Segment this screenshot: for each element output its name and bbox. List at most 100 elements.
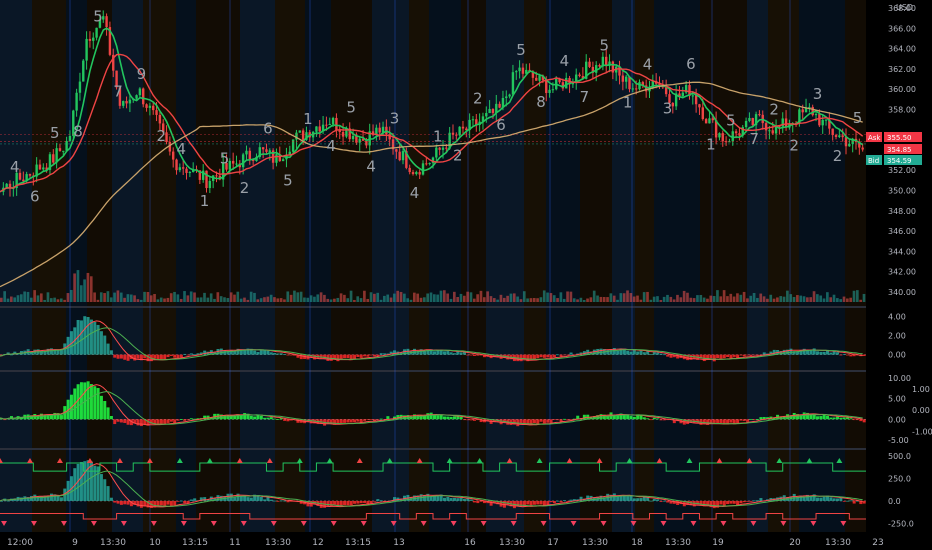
- histogram-bar: [662, 419, 666, 421]
- histogram-bar: [626, 415, 630, 420]
- histogram-bar: [169, 500, 173, 506]
- price-axis[interactable]: USD368.00366.00364.00362.00360.00358.003…: [866, 0, 932, 550]
- volume-bar: [289, 294, 293, 302]
- histogram-bar: [253, 350, 257, 355]
- candle-body: [638, 82, 641, 90]
- time-axis[interactable]: 12:00 9 13:30 10 13:15 11 13:30 12 13:15 13 16 13:3…: [0, 532, 932, 550]
- histogram-bar: [99, 395, 103, 420]
- volume-bar: [229, 292, 233, 302]
- histogram-bar: [649, 419, 653, 421]
- volume-bar: [19, 294, 23, 302]
- histogram-bar: [459, 497, 463, 501]
- histogram-bar: [546, 419, 550, 423]
- histogram-bar: [839, 417, 843, 420]
- histogram-bar: [263, 417, 267, 420]
- volume-bar: [769, 294, 773, 302]
- histogram-bar: [656, 499, 660, 501]
- histogram-bar: [106, 343, 110, 355]
- histogram-bar: [662, 354, 666, 356]
- histogram-bar: [742, 500, 746, 503]
- sequence-label: 5: [726, 112, 736, 130]
- histogram-bar: [256, 352, 260, 355]
- histogram-bar: [153, 354, 157, 359]
- candle-body: [398, 151, 401, 161]
- candle-body: [298, 130, 301, 133]
- sequence-label: 6: [263, 119, 273, 137]
- volume-bar: [236, 291, 240, 302]
- time-tick-label: 17: [547, 538, 558, 548]
- time-tick-label: 12:00: [7, 538, 33, 548]
- histogram-bar: [6, 500, 10, 502]
- candle-body: [498, 103, 501, 108]
- volume-bar: [179, 298, 183, 302]
- volume-bar: [346, 298, 350, 302]
- volume-bar: [366, 298, 370, 302]
- sequence-label: 1: [303, 110, 313, 128]
- histogram-bar: [449, 352, 453, 355]
- histogram-bar: [446, 496, 450, 501]
- histogram-bar: [732, 354, 736, 357]
- volume-bar: [496, 299, 499, 302]
- histogram-bar: [809, 496, 813, 501]
- volume-bar: [632, 296, 636, 302]
- candle-body: [861, 147, 864, 150]
- volume-bar: [319, 292, 323, 302]
- histogram-bar: [662, 500, 666, 502]
- volume-bar: [572, 298, 576, 302]
- indicator-tick-label: 10.00: [888, 374, 911, 383]
- volume-bar: [819, 295, 823, 302]
- volume-bar: [789, 294, 793, 302]
- histogram-bar: [466, 419, 470, 421]
- histogram-bar: [852, 354, 856, 357]
- candle-body: [248, 150, 252, 160]
- candle-body: [408, 167, 411, 173]
- volume-bar: [652, 296, 656, 302]
- histogram-bar: [179, 354, 183, 358]
- volume-bar: [169, 293, 173, 302]
- candle-body: [235, 163, 238, 165]
- histogram-bar: [243, 495, 247, 501]
- histogram-bar: [156, 500, 160, 507]
- candle-body: [471, 119, 475, 121]
- volume-bar: [642, 292, 646, 302]
- histogram-bar: [283, 354, 287, 356]
- candle-body: [351, 135, 355, 140]
- histogram-bar: [273, 352, 277, 355]
- histogram-bar: [346, 500, 350, 506]
- histogram-bar: [49, 493, 53, 501]
- volume-bar: [26, 291, 30, 302]
- candle-body: [841, 135, 844, 138]
- trading-chart[interactable]: 465 8579241526514543412265847514361572232…: [0, 0, 932, 550]
- price-tag-value: 354.59: [887, 157, 912, 165]
- histogram-bar: [652, 498, 656, 501]
- candle-body: [205, 170, 208, 189]
- histogram-bar: [359, 500, 363, 504]
- histogram-bar: [286, 354, 290, 356]
- volume-bar: [256, 299, 260, 302]
- histogram-bar: [712, 354, 716, 362]
- histogram-bar: [472, 500, 476, 503]
- volume-bar: [442, 290, 446, 302]
- volume-bar: [619, 293, 623, 302]
- sequence-label: 8: [73, 123, 83, 141]
- indicator-tick-label: 4.00: [888, 313, 906, 322]
- candle-body: [718, 133, 721, 138]
- volume-bar: [253, 292, 256, 302]
- histogram-bar: [13, 418, 17, 420]
- histogram-bar: [626, 496, 630, 501]
- histogram-bar: [89, 319, 93, 355]
- volume-bar: [403, 293, 406, 302]
- histogram-bar: [459, 416, 463, 420]
- volume-bar: [602, 296, 606, 302]
- histogram-bar: [356, 354, 360, 357]
- indicator-tick-label: 0.0: [888, 497, 901, 506]
- candle-body: [535, 77, 538, 81]
- histogram-bar: [736, 500, 740, 506]
- histogram-bar: [742, 354, 746, 357]
- histogram-bar: [119, 500, 123, 505]
- histogram-bar: [116, 500, 120, 504]
- sequence-label: 4: [410, 184, 420, 202]
- time-tick-label: 13: [393, 538, 404, 548]
- volume-bar: [326, 298, 330, 302]
- candle-body: [711, 118, 714, 121]
